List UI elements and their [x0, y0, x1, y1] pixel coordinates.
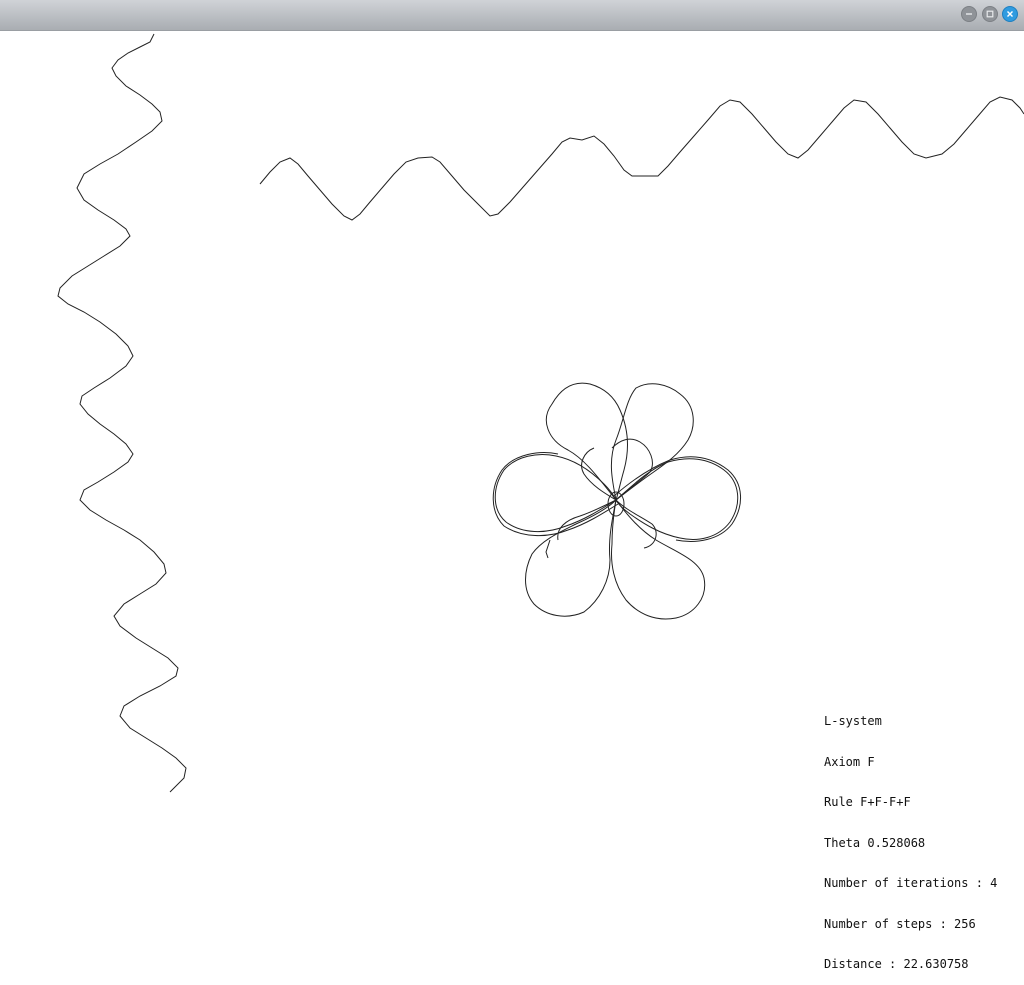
petal-bottom-left	[525, 499, 617, 617]
stem-stub	[545, 539, 551, 559]
petal-inner-bottom-left	[557, 499, 617, 541]
petal-top-right	[610, 383, 694, 501]
petal-left-echo	[492, 452, 619, 537]
close-icon	[1007, 11, 1013, 17]
info-distance: Distance : 22.630758	[824, 957, 969, 971]
info-title: L-system	[824, 714, 882, 728]
minimize-button[interactable]	[961, 6, 977, 22]
info-iterations: Number of iterations : 4	[824, 876, 998, 890]
info-theta: Theta 0.528068	[824, 835, 926, 850]
flower-rosette	[492, 382, 742, 620]
petal-left	[494, 454, 617, 533]
info-steps: Number of steps : 256	[824, 916, 976, 931]
petal-bottom-right	[611, 499, 706, 620]
info-rule: Rule F+F-F+F	[824, 795, 911, 809]
window-titlebar[interactable]	[0, 0, 1024, 31]
info-axiom: Axiom F	[824, 754, 875, 769]
petal-right-echo	[613, 456, 742, 542]
maximize-icon	[986, 10, 994, 18]
lsystem-info-panel: L-system Axiom F Rule F+F-F+F Theta 0.52…	[824, 688, 997, 985]
close-button[interactable]	[1002, 6, 1018, 22]
vertical-zigzag-curve	[57, 33, 187, 793]
horizontal-zigzag-curve	[259, 96, 1024, 221]
minimize-icon	[966, 13, 972, 15]
drawing-canvas	[57, 33, 1024, 793]
petal-right	[615, 458, 739, 540]
maximize-button[interactable]	[982, 6, 998, 22]
